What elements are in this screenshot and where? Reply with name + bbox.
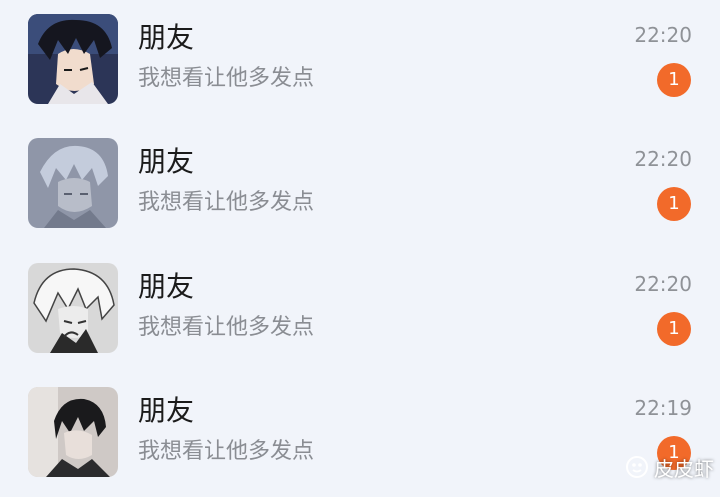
anime-boy-black-hair-avatar-icon — [28, 387, 118, 477]
avatar[interactable] — [28, 387, 118, 477]
anime-boy-pale-blue-avatar-icon — [28, 138, 118, 228]
message-preview: 我想看让他多发点 — [138, 315, 315, 340]
pipixia-logo-icon — [626, 456, 648, 478]
message-preview: 我想看让他多发点 — [138, 439, 315, 464]
chat-list: 朋友 我想看让他多发点 22:20 1 朋友 我想看让他多发点 22:20 1 — [0, 0, 720, 486]
message-time: 22:20 — [634, 147, 692, 171]
contact-name: 朋友 — [138, 145, 195, 178]
message-preview: 我想看让他多发点 — [138, 66, 315, 91]
unread-badge: 1 — [657, 187, 691, 221]
contact-name: 朋友 — [138, 394, 195, 427]
avatar[interactable] — [28, 14, 118, 104]
chat-row[interactable]: 朋友 我想看让他多发点 22:19 1 — [0, 373, 720, 497]
avatar[interactable] — [28, 263, 118, 353]
message-time: 22:20 — [634, 23, 692, 47]
anime-boy-dark-hair-avatar-icon — [28, 14, 118, 104]
avatar[interactable] — [28, 138, 118, 228]
message-time: 22:20 — [634, 272, 692, 296]
message-preview: 我想看让他多发点 — [138, 190, 315, 215]
message-time: 22:19 — [634, 396, 692, 420]
watermark-text: 皮皮虾 — [654, 456, 714, 481]
unread-badge: 1 — [657, 312, 691, 346]
chat-row[interactable]: 朋友 我想看让他多发点 22:20 1 — [0, 249, 720, 373]
chat-row[interactable]: 朋友 我想看让他多发点 22:20 1 — [0, 0, 720, 124]
contact-name: 朋友 — [138, 21, 195, 54]
unread-badge: 1 — [657, 63, 691, 97]
chat-row[interactable]: 朋友 我想看让他多发点 22:20 1 — [0, 124, 720, 248]
anime-boy-white-hair-avatar-icon — [28, 263, 118, 353]
watermark: 皮皮虾 — [624, 452, 714, 482]
contact-name: 朋友 — [138, 270, 195, 303]
